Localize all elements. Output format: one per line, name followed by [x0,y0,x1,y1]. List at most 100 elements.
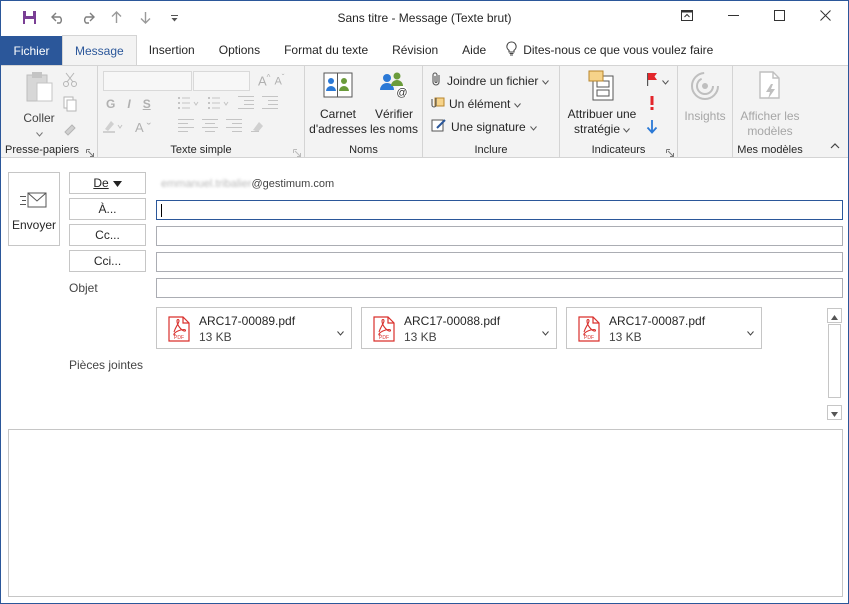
check-names-label-1: Vérifier [374,107,413,121]
attachment-item[interactable]: PDF ARC17-00088.pdf 13 KB [361,307,557,349]
from-button[interactable]: De [69,172,146,194]
paste-label: Coller [23,111,55,125]
names-group-label: Noms [349,144,378,156]
paperclip-icon [431,72,443,89]
signature-icon [431,118,447,135]
high-importance-icon[interactable] [646,96,669,113]
tab-message[interactable]: Message [62,35,137,66]
scroll-up-button[interactable] [827,308,842,323]
numbering-icon[interactable] [208,96,230,113]
attachment-dropdown-icon[interactable] [542,325,549,339]
bold-button[interactable]: G [106,97,115,111]
window-controls [664,1,848,33]
tab-file[interactable]: Fichier [1,36,62,65]
view-templates-label-1: Afficher les [740,109,800,123]
collapse-ribbon-icon[interactable] [830,138,840,152]
view-templates-label-2: modèles [747,124,793,138]
bcc-field[interactable] [156,252,843,272]
highlight-icon[interactable] [103,119,125,136]
maximize-icon [773,10,785,24]
low-importance-icon[interactable] [646,120,669,137]
from-label: De [93,176,109,190]
underline-button[interactable]: S [143,97,151,111]
attachments-scrollbar[interactable] [827,308,842,421]
to-button[interactable]: À... [69,198,146,220]
scroll-down-icon [831,406,838,420]
dialog-launcher-icon[interactable] [666,146,674,157]
tab-format-text[interactable]: Format du texte [272,35,380,65]
attach-file-button[interactable]: Joindre un fichier [431,72,550,89]
cc-button[interactable]: Cc... [69,224,146,246]
close-button[interactable] [802,1,848,33]
attachment-item[interactable]: PDF ARC17-00087.pdf 13 KB [566,307,762,349]
check-names-icon: @ [378,70,410,104]
chevron-down-icon [662,74,669,88]
attachment-dropdown-icon[interactable] [747,325,754,339]
attachment-size: 13 KB [199,330,232,344]
message-body[interactable] [8,429,843,597]
font-color-icon[interactable]: A ˇ [135,120,151,135]
group-include: Joindre un fichier Un élément Une signat… [423,66,560,158]
tab-help[interactable]: Aide [450,35,498,65]
ribbon: Coller Presse-papiers A^ Aˇ G I S A ˇ Te… [1,65,848,158]
format-painter-icon[interactable] [62,120,78,139]
attach-item-button[interactable]: Un élément [431,95,522,112]
tab-options[interactable]: Options [207,35,272,65]
address-book-icon [322,70,354,104]
lightbulb-icon [506,41,517,59]
minimize-button[interactable] [710,1,756,33]
group-tags: Attribuer une stratégie Indicateurs [560,66,678,158]
paste-button[interactable]: Coller [19,70,59,141]
svg-text:PDF: PDF [174,335,184,341]
bcc-button[interactable]: Cci... [69,250,146,272]
templates-icon [755,70,785,106]
dialog-launcher-icon[interactable] [293,146,301,157]
italic-button[interactable]: I [127,97,130,111]
decrease-indent-icon[interactable] [238,96,254,113]
from-address: emmanuel.tribalier@gestimum.com [161,178,334,190]
align-center-icon[interactable] [202,119,218,136]
tab-review[interactable]: Révision [380,35,450,65]
chevron-down-icon [623,122,630,137]
align-right-icon[interactable] [226,119,242,136]
attachment-item[interactable]: PDF ARC17-00089.pdf 13 KB [156,307,352,349]
send-button[interactable]: Envoyer [8,172,60,246]
view-templates-button[interactable]: Afficher les modèles [735,70,805,139]
dialog-launcher-icon[interactable] [86,146,94,157]
chevron-down-icon [112,176,122,190]
tab-insert[interactable]: Insertion [137,35,207,65]
group-insights: Insights [678,66,733,158]
grow-font-icon[interactable]: A^ [258,73,270,88]
scroll-thumb[interactable] [828,324,841,398]
align-left-icon[interactable] [178,119,194,136]
bullets-icon[interactable] [178,96,200,113]
assign-policy-button[interactable]: Attribuer une stratégie [563,70,641,137]
attachment-size: 13 KB [404,330,437,344]
copy-icon[interactable] [62,96,78,115]
to-field[interactable] [156,200,843,220]
clipboard-icon [23,70,55,108]
subject-field[interactable] [156,278,843,298]
follow-up-flag-button[interactable] [646,72,669,89]
clear-formatting-icon[interactable] [250,119,266,136]
ribbon-display-icon [681,10,693,24]
insights-button[interactable]: Insights [681,70,729,124]
signature-button[interactable]: Une signature [431,118,537,135]
maximize-button[interactable] [756,1,802,33]
address-book-button[interactable]: Carnet d'adresses [309,70,367,137]
attachment-dropdown-icon[interactable] [337,325,344,339]
scroll-down-button[interactable] [827,405,842,420]
font-size-box[interactable] [193,71,250,91]
check-names-button[interactable]: @ Vérifier les noms [367,70,421,137]
cc-field[interactable] [156,226,843,246]
shrink-font-icon[interactable]: Aˇ [274,73,284,88]
scroll-up-icon [831,309,838,323]
increase-indent-icon[interactable] [262,96,278,113]
outlook-message-window: Sans titre - Message (Texte brut) Fichie… [0,0,849,604]
assign-policy-label-2: stratégie [573,122,621,136]
cut-icon[interactable] [62,72,78,91]
ribbon-display-options-button[interactable] [664,1,710,33]
font-name-box[interactable] [103,71,192,91]
tell-me-search[interactable]: Dites-nous ce que vous voulez faire [498,35,725,65]
attachments-label: Pièces jointes [69,358,144,372]
